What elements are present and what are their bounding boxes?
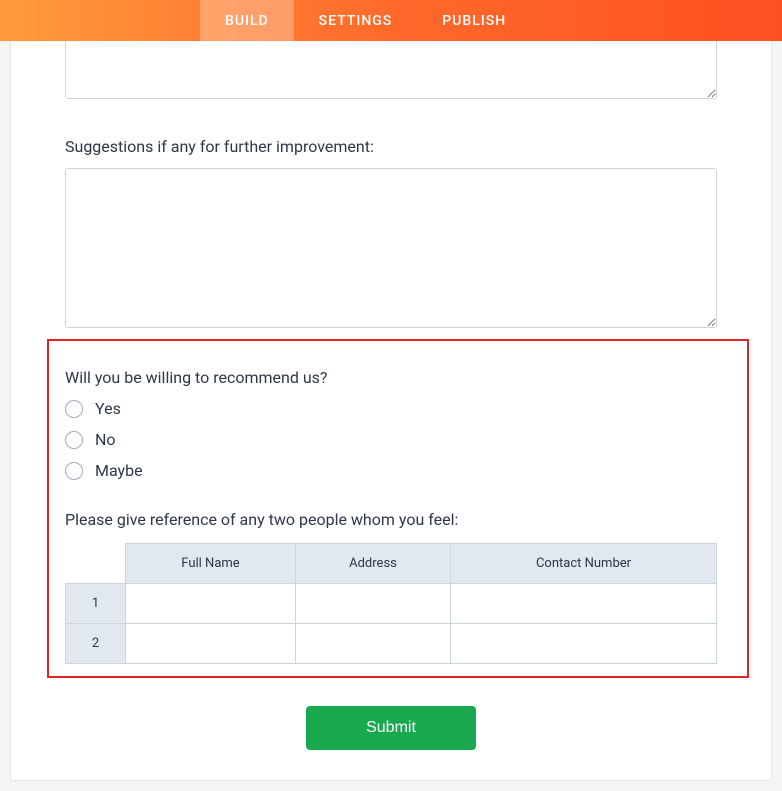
previous-textarea[interactable] xyxy=(65,41,717,99)
row-number: 2 xyxy=(66,624,126,664)
top-nav: BUILD SETTINGS PUBLISH xyxy=(0,0,782,41)
recommend-label: Will you be willing to recommend us? xyxy=(65,368,717,387)
radio-icon xyxy=(65,400,83,418)
recommend-radio-group: Yes No Maybe xyxy=(65,399,717,480)
radio-label: No xyxy=(95,430,116,449)
radio-option-yes[interactable]: Yes xyxy=(65,399,717,418)
radio-icon xyxy=(65,462,83,480)
tab-build[interactable]: BUILD xyxy=(200,0,294,41)
column-contact-number: Contact Number xyxy=(451,544,717,584)
column-full-name: Full Name xyxy=(126,544,296,584)
tab-settings[interactable]: SETTINGS xyxy=(294,0,418,41)
suggestions-textarea[interactable] xyxy=(65,168,717,328)
ref1-contact-input[interactable] xyxy=(451,584,716,623)
tab-publish[interactable]: PUBLISH xyxy=(417,0,531,41)
radio-option-no[interactable]: No xyxy=(65,430,717,449)
form-card: Suggestions if any for further improveme… xyxy=(10,41,772,781)
table-corner xyxy=(66,544,126,584)
radio-label: Yes xyxy=(95,399,121,418)
reference-label: Please give reference of any two people … xyxy=(65,510,717,529)
submit-button[interactable]: Submit xyxy=(306,706,476,750)
column-address: Address xyxy=(296,544,451,584)
ref2-full-name-input[interactable] xyxy=(126,624,295,663)
row-number: 1 xyxy=(66,584,126,624)
ref1-full-name-input[interactable] xyxy=(126,584,295,623)
table-row: 2 xyxy=(66,624,717,664)
ref2-address-input[interactable] xyxy=(296,624,450,663)
table-row: 1 xyxy=(66,584,717,624)
radio-icon xyxy=(65,431,83,449)
radio-option-maybe[interactable]: Maybe xyxy=(65,461,717,480)
ref1-address-input[interactable] xyxy=(296,584,450,623)
ref2-contact-input[interactable] xyxy=(451,624,716,663)
suggestions-label: Suggestions if any for further improveme… xyxy=(65,137,717,156)
radio-label: Maybe xyxy=(95,461,143,480)
reference-table: Full Name Address Contact Number 1 2 xyxy=(65,543,717,664)
